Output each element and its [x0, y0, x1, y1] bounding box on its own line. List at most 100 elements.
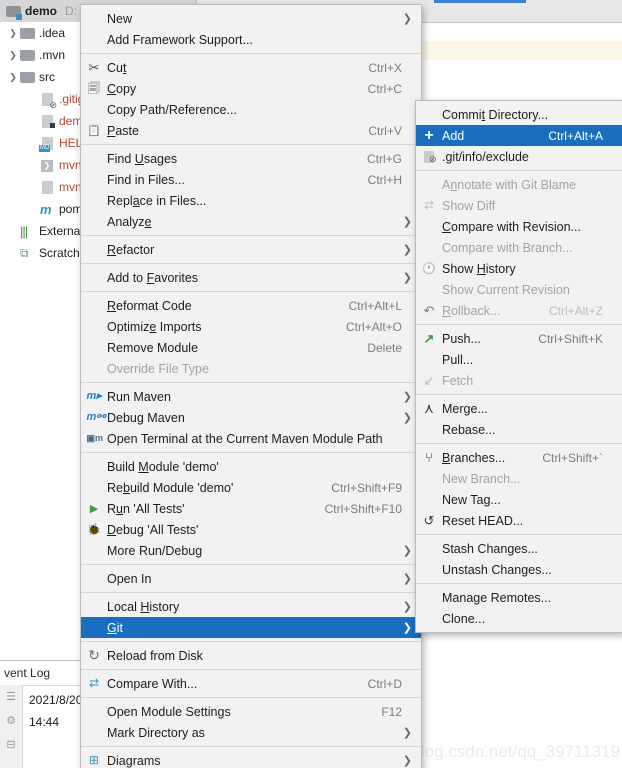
no-icon [87, 704, 102, 719]
external-libraries-icon: ||| [20, 223, 28, 239]
no-icon [87, 599, 102, 614]
menu-item-optimize-imports[interactable]: Optimize Imports Ctrl+Alt+O [81, 316, 421, 337]
menu-item-build-module-demo[interactable]: Build Module 'demo' [81, 456, 421, 477]
menu-item-copy-path-reference[interactable]: Copy Path/Reference... [81, 99, 421, 120]
menu-item-label: Local History [107, 599, 180, 614]
project-path: D: [65, 4, 78, 18]
menu-item-copy[interactable]: Copy Ctrl+C [81, 78, 421, 99]
menu-item-find-usages[interactable]: Find Usages Ctrl+G [81, 148, 421, 169]
menu-item-more-run-debug[interactable]: More Run/Debug ❯ [81, 540, 421, 561]
menu-item-cut[interactable]: Cut Ctrl+X [81, 57, 421, 78]
project-context-menu[interactable]: New ❯ Add Framework Support... Cut Ctrl+X Cop… [80, 4, 422, 768]
no-icon [87, 102, 102, 117]
menu-separator [416, 583, 622, 584]
cmd-file-icon [40, 180, 55, 195]
menu-item-debug-maven[interactable]: m⚯ Debug Maven ❯ [81, 407, 421, 428]
menu-separator [81, 382, 421, 383]
filter-icon[interactable]: ☰ [0, 685, 22, 709]
menu-item-clone[interactable]: Clone... [416, 608, 622, 629]
git-submenu[interactable]: Commit Directory... Add Ctrl+Alt+A .git/inf… [415, 100, 622, 633]
menu-item-commit-directory[interactable]: Commit Directory... [416, 104, 622, 125]
menu-item-run-all-tests[interactable]: Run 'All Tests' Ctrl+Shift+F10 [81, 498, 421, 519]
menu-item-label: Debug 'All Tests' [107, 522, 199, 537]
menu-item-rebase[interactable]: Rebase... [416, 419, 622, 440]
menu-item-icon-slot [416, 107, 442, 122]
expand-twisty-icon[interactable]: ❯ [6, 50, 20, 61]
maven-pom-icon: m [40, 201, 52, 217]
menu-item-stash-changes[interactable]: Stash Changes... [416, 538, 622, 559]
menu-item-compare-with-revision[interactable]: Compare with Revision... [416, 216, 622, 237]
menu-item-label: Show Current Revision [442, 282, 570, 297]
menu-item-label: .git/info/exclude [442, 149, 529, 164]
menu-item-icon-slot [416, 240, 442, 255]
menu-item-branches[interactable]: Branches... Ctrl+Shift+` [416, 447, 622, 468]
menu-item-new[interactable]: New ❯ [81, 8, 421, 29]
expand-twisty-icon[interactable]: ❯ [6, 72, 20, 83]
menu-item-rebuild-module-demo[interactable]: Rebuild Module 'demo' Ctrl+Shift+F9 [81, 477, 421, 498]
menu-separator [416, 443, 622, 444]
menu-item-new-tag[interactable]: New Tag... [416, 489, 622, 510]
menu-item-manage-remotes[interactable]: Manage Remotes... [416, 587, 622, 608]
menu-item-git[interactable]: Git ❯ [81, 617, 421, 638]
debug-icon [87, 522, 102, 537]
menu-item-label: Rebase... [442, 422, 496, 437]
no-icon [422, 282, 437, 297]
no-icon [422, 590, 437, 605]
menu-item-unstash-changes[interactable]: Unstash Changes... [416, 559, 622, 580]
menu-item-pull[interactable]: Pull... [416, 349, 622, 370]
menu-item-label: Add [442, 128, 465, 143]
menu-separator [81, 452, 421, 453]
chevron-right-icon: ❯ [402, 727, 412, 739]
collapse-icon[interactable]: ⊟ [0, 733, 22, 757]
no-icon [87, 242, 102, 257]
add-icon [422, 128, 437, 143]
menu-item-add-framework-support[interactable]: Add Framework Support... [81, 29, 421, 50]
menu-item-icon-slot [81, 172, 107, 187]
menu-item-diagrams[interactable]: Diagrams ❯ [81, 750, 421, 768]
menu-item-replace-in-files[interactable]: Replace in Files... [81, 190, 421, 211]
event-log-toolbar[interactable]: ☰ ⚙ ⊟ [0, 685, 23, 768]
no-icon [422, 611, 437, 626]
menu-item-label: Merge... [442, 401, 488, 416]
menu-item-analyze[interactable]: Analyze ❯ [81, 211, 421, 232]
menu-item-find-in-files[interactable]: Find in Files... Ctrl+H [81, 169, 421, 190]
menu-item-label: Diagrams [107, 753, 161, 768]
menu-item-reformat-code[interactable]: Reformat Code Ctrl+Alt+L [81, 295, 421, 316]
menu-item-local-history[interactable]: Local History ❯ [81, 596, 421, 617]
menu-item-push[interactable]: Push... Ctrl+Shift+K [416, 328, 622, 349]
menu-item-open-terminal-at-the-current-maven-module-path[interactable]: ▣m Open Terminal at the Current Maven Mod… [81, 428, 421, 449]
diagram-icon [87, 753, 102, 768]
menu-item-shortcut: Ctrl+Shift+F9 [331, 480, 402, 495]
menu-item-label: New Tag... [442, 492, 501, 507]
menu-item-compare-with[interactable]: Compare With... Ctrl+D [81, 673, 421, 694]
settings-icon[interactable]: ⚙ [0, 709, 22, 733]
menu-item-label: Copy [107, 81, 137, 96]
menu-item-open-module-settings[interactable]: Open Module Settings F12 [81, 701, 421, 722]
menu-item-show-history[interactable]: Show History [416, 258, 622, 279]
menu-item-label: Pull... [442, 352, 474, 367]
menu-item-open-in[interactable]: Open In ❯ [81, 568, 421, 589]
menu-item-reload-from-disk[interactable]: Reload from Disk [81, 645, 421, 666]
menu-item-debug-all-tests[interactable]: Debug 'All Tests' [81, 519, 421, 540]
menu-separator [81, 53, 421, 54]
menu-item-add-to-favorites[interactable]: Add to Favorites ❯ [81, 267, 421, 288]
menu-item-label: Cut [107, 60, 127, 75]
menu-item-shortcut: Ctrl+Alt+Z [548, 303, 603, 318]
menu-item-refactor[interactable]: Refactor ❯ [81, 239, 421, 260]
no-icon [422, 422, 437, 437]
menu-item-mark-directory-as[interactable]: Mark Directory as ❯ [81, 722, 421, 743]
menu-item-remove-module[interactable]: Remove Module Delete [81, 337, 421, 358]
menu-item-merge[interactable]: Merge... [416, 398, 622, 419]
menu-item-git-info-exclude[interactable]: .git/info/exclude [416, 146, 622, 167]
menu-item-add[interactable]: Add Ctrl+Alt+A [416, 125, 622, 146]
menu-item-reset-head[interactable]: Reset HEAD... [416, 510, 622, 531]
no-icon [87, 298, 102, 313]
menu-item-new-branch: New Branch... [416, 468, 622, 489]
menu-separator [81, 144, 421, 145]
menu-item-run-maven[interactable]: m▸ Run Maven ❯ [81, 386, 421, 407]
tree-node-label: .mvn [39, 48, 66, 62]
rollback-icon [422, 303, 437, 318]
menu-item-label: Manage Remotes... [442, 590, 552, 605]
expand-twisty-icon[interactable]: ❯ [6, 28, 20, 39]
menu-item-paste[interactable]: Paste Ctrl+V [81, 120, 421, 141]
